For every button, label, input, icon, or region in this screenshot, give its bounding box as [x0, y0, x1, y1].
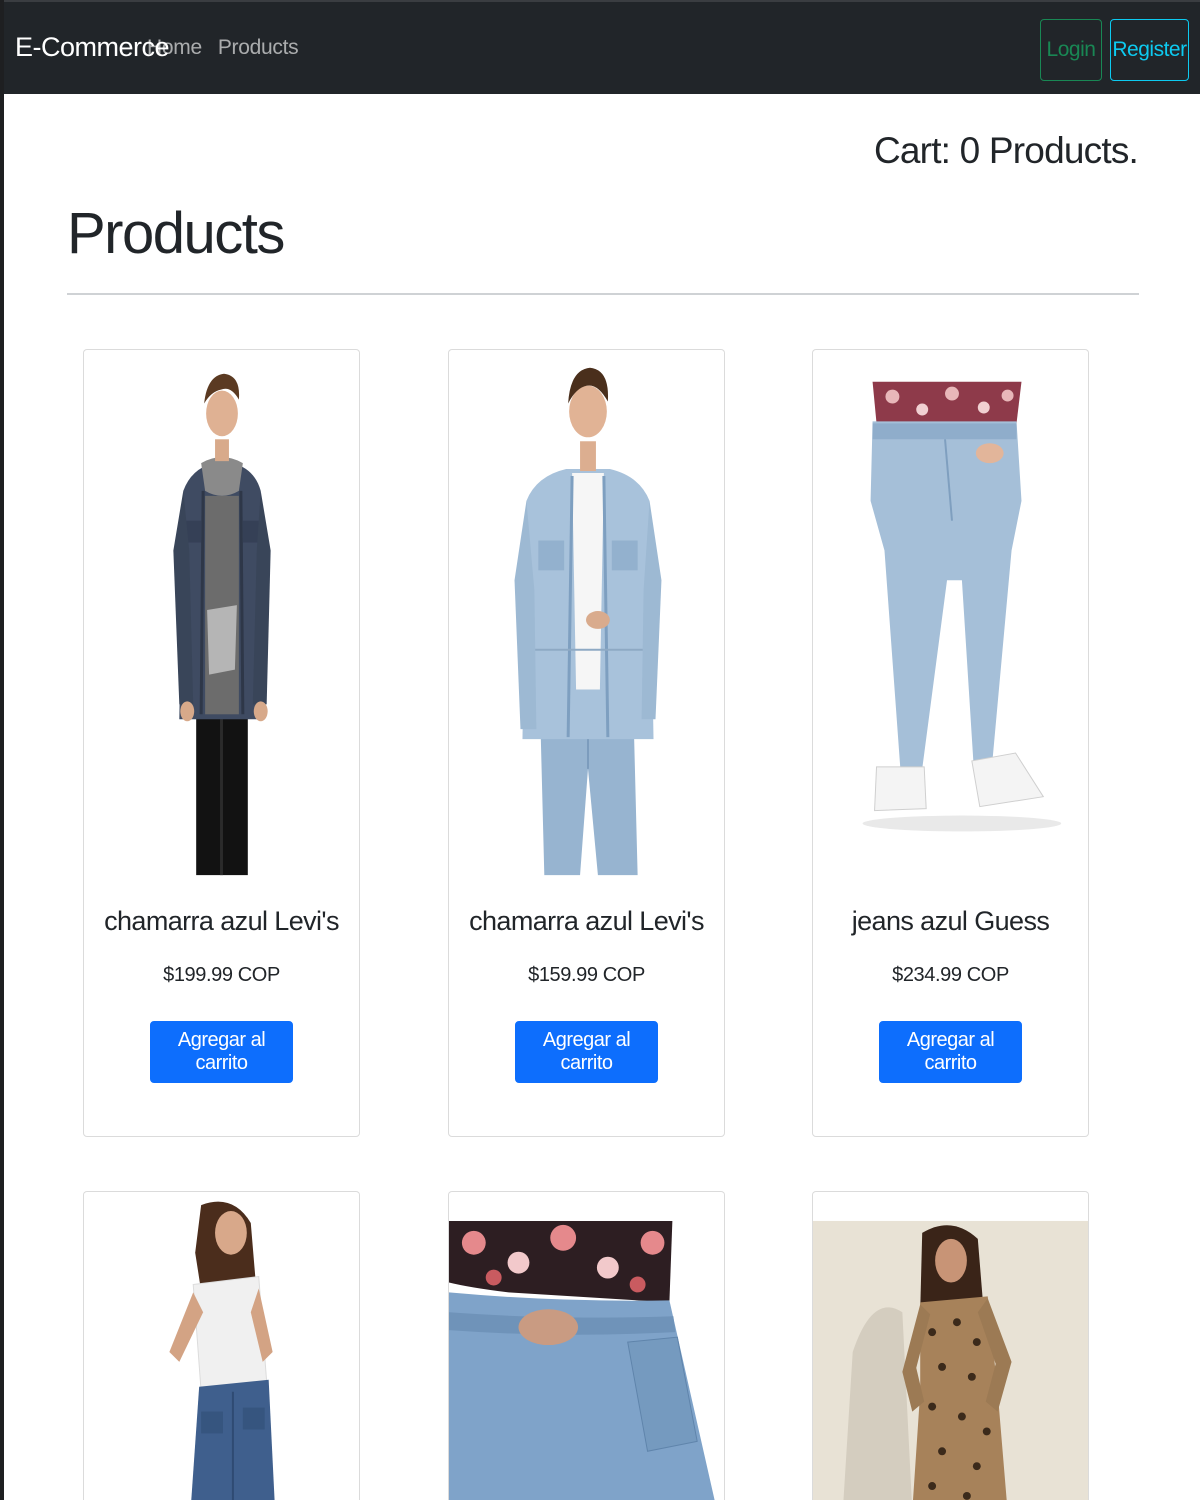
nav-link-home[interactable]: Home	[147, 36, 202, 60]
add-to-cart-button[interactable]: Agregar al carrito	[150, 1021, 293, 1083]
navbar: E-Commerce Home Products Login Register	[0, 0, 1200, 94]
product-title: chamarra azul Levi's	[104, 906, 339, 936]
product-card-1: chamarra azul Levi's $199.99 COP Agregar…	[83, 349, 360, 1137]
product-image-light-denim-jacket[interactable]	[449, 350, 724, 880]
product-price: $199.99 COP	[163, 964, 280, 986]
window-frame	[0, 0, 4, 1500]
product-title: chamarra azul Levi's	[469, 906, 704, 936]
product-image-jeans-pocket[interactable]	[449, 1192, 724, 1500]
product-card-6	[812, 1191, 1089, 1500]
nav-link-products[interactable]: Products	[218, 36, 299, 60]
product-card-2: chamarra azul Levi's $159.99 COP Agregar…	[448, 349, 725, 1137]
product-image-leopard-dress[interactable]	[813, 1192, 1088, 1500]
cart-summary: Cart: 0 Products.	[873, 130, 1139, 171]
product-card-4	[83, 1191, 360, 1500]
product-price: $159.99 COP	[528, 964, 645, 986]
product-card-5	[448, 1191, 725, 1500]
product-image-skinny-jeans[interactable]	[813, 350, 1088, 880]
add-to-cart-button[interactable]: Agregar al carrito	[515, 1021, 658, 1083]
product-price: $234.99 COP	[892, 964, 1009, 986]
product-image-dark-denim-jacket[interactable]	[84, 350, 359, 880]
nav-links: Home Products	[147, 36, 299, 60]
product-image-white-top-jeans[interactable]	[84, 1192, 359, 1500]
title-divider	[67, 293, 1139, 295]
add-to-cart-button[interactable]: Agregar al carrito	[879, 1021, 1022, 1083]
register-button[interactable]: Register	[1110, 19, 1189, 81]
product-title: jeans azul Guess	[851, 906, 1050, 936]
navbar-brand[interactable]: E-Commerce	[15, 32, 170, 63]
page-title: Products	[67, 201, 285, 266]
product-card-3: jeans azul Guess $234.99 COP Agregar al …	[812, 349, 1089, 1137]
login-button[interactable]: Login	[1040, 19, 1102, 81]
